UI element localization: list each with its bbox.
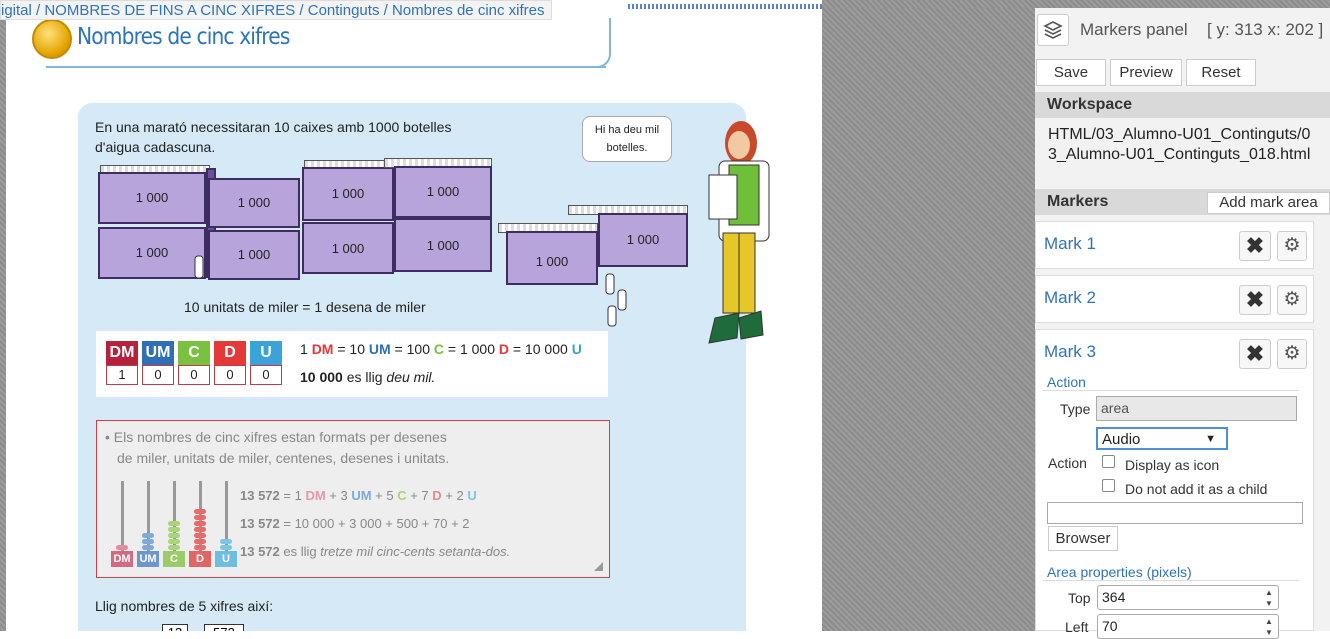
box-4: 1 000: [208, 230, 300, 280]
bubble-line-2: botelles.: [606, 142, 648, 154]
workspace-path-2: 3_Alumno-U01_Continguts_018.html: [1048, 146, 1311, 163]
top-input[interactable]: 364: [1097, 585, 1279, 610]
box-8: 1 000: [394, 218, 492, 272]
gear-icon[interactable]: ⚙: [1277, 231, 1307, 261]
display-as-icon-checkbox[interactable]: [1102, 455, 1115, 468]
box-2: 1 000: [98, 227, 206, 279]
chevron-down-icon: ▼: [1205, 433, 1216, 445]
action-section-title: Action: [1047, 374, 1086, 390]
top-label: Top: [1068, 590, 1091, 606]
breadcrumb[interactable]: igital / NOMBRES DE FINS A CINC XIFRES /…: [0, 0, 552, 20]
page-title: Nombres de cinc xifres: [77, 24, 290, 50]
gear-icon[interactable]: ⚙: [1277, 339, 1307, 369]
pv-header-c: C: [178, 341, 210, 365]
display-as-icon-label: Display as icon: [1125, 457, 1220, 473]
pv-digit-um: 0: [142, 365, 174, 385]
abacus-label-um: UM: [137, 551, 159, 567]
pv-header-dm: DM: [106, 341, 138, 365]
left-label: Left: [1065, 619, 1089, 635]
action-divider: [1043, 390, 1299, 391]
mark-label[interactable]: Mark 2: [1044, 288, 1096, 308]
add-mark-area-button[interactable]: Add mark area: [1207, 192, 1330, 214]
box-10: 1 000: [598, 213, 688, 267]
bubble-line-1: Hi ha deu mil: [594, 124, 660, 136]
abacus-label-d: D: [189, 551, 211, 567]
breadcrumb-dots: [628, 4, 822, 9]
pv-header-u: U: [250, 341, 282, 365]
abacus-label-dm: DM: [111, 551, 133, 567]
delete-mark-icon[interactable]: ✖: [1239, 285, 1271, 315]
delete-mark-icon[interactable]: ✖: [1239, 231, 1271, 261]
abacus-illustration: DM UM C D U: [105, 421, 237, 577]
background-hatch-top: [822, 0, 1330, 8]
mark-item-1[interactable]: Mark 1 ✖ ⚙: [1035, 221, 1314, 269]
workspace-path-1: HTML/03_Alumno-U01_Continguts/0: [1048, 126, 1311, 143]
example-line-1: 13 572 = 1 DM + 3 UM + 5 C + 7 D + 2 U: [240, 488, 477, 503]
browser-button[interactable]: Browser: [1048, 526, 1118, 551]
action-label: Action: [1048, 455, 1087, 471]
preview-button[interactable]: Preview: [1110, 59, 1182, 86]
info-note: • Els nombres de cinc xifres estan forma…: [96, 420, 610, 578]
panel-coords: [ y: 313 x: 202 ]: [1207, 20, 1324, 39]
box-3: 1 000: [208, 178, 300, 228]
audio-path-input[interactable]: [1047, 502, 1303, 524]
left-spinner-icon[interactable]: ▲ ▼: [1262, 616, 1276, 638]
box-1: 1 000: [98, 172, 206, 224]
left-input[interactable]: 70: [1097, 614, 1279, 639]
type-field[interactable]: area: [1096, 396, 1297, 421]
bottom-box-1: 13: [162, 624, 188, 631]
resize-grip-icon[interactable]: [594, 562, 603, 571]
read-line: 10 000 es llig deu mil.: [300, 369, 436, 385]
pv-digit-c: 0: [178, 365, 210, 385]
box-9: 1 000: [506, 231, 598, 285]
pv-header-um: UM: [142, 341, 174, 365]
bottom-instruction: Llig nombres de 5 xifres així:: [95, 598, 274, 614]
intro-line-1: En una marató necessitaran 10 caixes amb…: [95, 119, 452, 135]
box-5: 1 000: [302, 167, 394, 221]
intro-line-2: d'aigua cadascuna.: [95, 139, 216, 155]
panel-title: Markers panel: [1080, 20, 1188, 39]
pv-digit-dm: 1: [106, 365, 138, 385]
area-properties-title: Area properties (pixels): [1047, 564, 1192, 580]
workspace-header: Workspace: [1035, 92, 1330, 118]
no-child-checkbox[interactable]: [1102, 479, 1115, 492]
content-page: Nombres de cinc xifres En una marató nec…: [6, 0, 822, 631]
no-child-label: Do not add it as a child: [1125, 481, 1268, 497]
speech-bubble: Hi ha deu mil botelles.: [582, 116, 672, 162]
coin-icon: [32, 19, 72, 59]
pv-digit-d: 0: [214, 365, 246, 385]
background-hatch-middle: [822, 0, 1035, 631]
scientist-girl-illustration: [708, 121, 770, 344]
example-line-2: 13 572 = 10 000 + 3 000 + 500 + 70 + 2: [240, 516, 470, 531]
save-button[interactable]: Save: [1036, 59, 1106, 86]
bottles-icon: [605, 273, 627, 327]
abacus-label-c: C: [163, 551, 185, 567]
mark-item-2[interactable]: Mark 2 ✖ ⚙: [1035, 275, 1314, 323]
pv-digit-u: 0: [250, 365, 282, 385]
equation-text: 10 unitats de miler = 1 desena de miler: [184, 299, 426, 315]
mark-label[interactable]: Mark 3: [1044, 342, 1096, 362]
area-divider: [1043, 580, 1299, 581]
layers-icon[interactable]: [1037, 14, 1069, 46]
example-line-3: 13 572 es llig tretze mil cinc-cents set…: [240, 544, 511, 559]
box-7: 1 000: [394, 166, 492, 218]
place-value-box: DM UM C D U 1 0 0 0 0 1 DM = 10 UM = 100…: [96, 331, 608, 397]
action-select[interactable]: Audio ▼: [1096, 427, 1228, 450]
type-label: Type: [1060, 401, 1091, 417]
delete-mark-icon[interactable]: ✖: [1239, 339, 1271, 369]
mark-label[interactable]: Mark 1: [1044, 234, 1096, 254]
equivalence-line: 1 DM = 10 UM = 100 C = 1 000 D = 10 000 …: [300, 341, 582, 357]
abacus-label-u: U: [215, 551, 237, 567]
pv-header-d: D: [214, 341, 246, 365]
top-spinner-icon[interactable]: ▲ ▼: [1262, 587, 1276, 609]
bottle-icon: [194, 255, 204, 279]
gear-icon[interactable]: ⚙: [1277, 285, 1307, 315]
bottom-box-2: 572: [204, 624, 244, 631]
box-6: 1 000: [302, 222, 394, 274]
reset-button[interactable]: Reset: [1186, 59, 1256, 86]
